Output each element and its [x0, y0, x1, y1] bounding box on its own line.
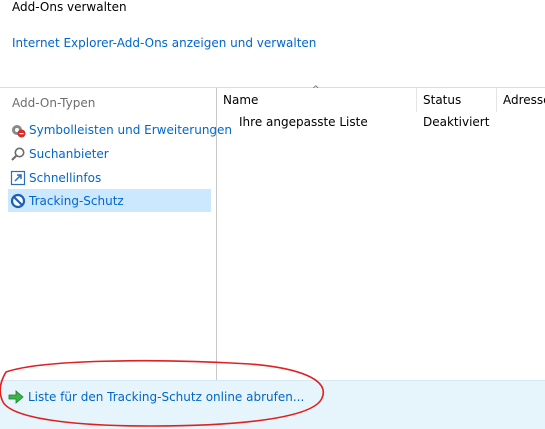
sidebar-item-accelerators[interactable]: Schnellinfos	[8, 166, 211, 189]
footer-link-label: Liste für den Tracking-Schutz online abr…	[28, 390, 305, 404]
column-header-status[interactable]: Status	[417, 88, 496, 112]
sidebar-item-label: Suchanbieter	[29, 146, 109, 161]
no-entry-icon	[10, 193, 26, 209]
sidebar-item-search-providers[interactable]: Suchanbieter	[8, 142, 211, 165]
sidebar-item-toolbars-extensions[interactable]: Symbolleisten und Erweiterungen	[8, 118, 232, 141]
sidebar-item-label: Schnellinfos	[29, 170, 102, 185]
footer-bar: Liste für den Tracking-Schutz online abr…	[0, 380, 545, 429]
get-tracking-protection-list-link[interactable]: Liste für den Tracking-Schutz online abr…	[8, 389, 304, 405]
column-header-name[interactable]: Name	[217, 88, 416, 112]
gear-blocked-icon	[10, 122, 26, 138]
sidebar-heading: Add-On-Typen	[12, 96, 96, 110]
addon-types-sidebar: Add-On-Typen Symbolleisten und Erweiteru…	[0, 88, 232, 380]
sidebar-item-label: Tracking-Schutz	[29, 193, 124, 208]
sidebar-item-tracking-protection[interactable]: Tracking-Schutz	[8, 189, 211, 212]
green-arrow-icon	[8, 389, 24, 405]
row-status-cell: Deaktiviert	[423, 115, 490, 129]
column-header-address[interactable]: Adresse	[497, 88, 545, 112]
sidebar-item-label: Symbolleisten und Erweiterungen	[29, 122, 233, 137]
table-row[interactable]: Ihre angepasste Liste Deaktiviert	[217, 112, 545, 134]
accelerator-icon	[10, 170, 26, 186]
magnifier-icon	[10, 146, 26, 162]
row-name-cell: Ihre angepasste Liste	[239, 115, 368, 129]
page-title: Add-Ons verwalten	[12, 0, 127, 14]
view-manage-addons-link[interactable]: Internet Explorer-Add-Ons anzeigen und v…	[12, 36, 316, 50]
